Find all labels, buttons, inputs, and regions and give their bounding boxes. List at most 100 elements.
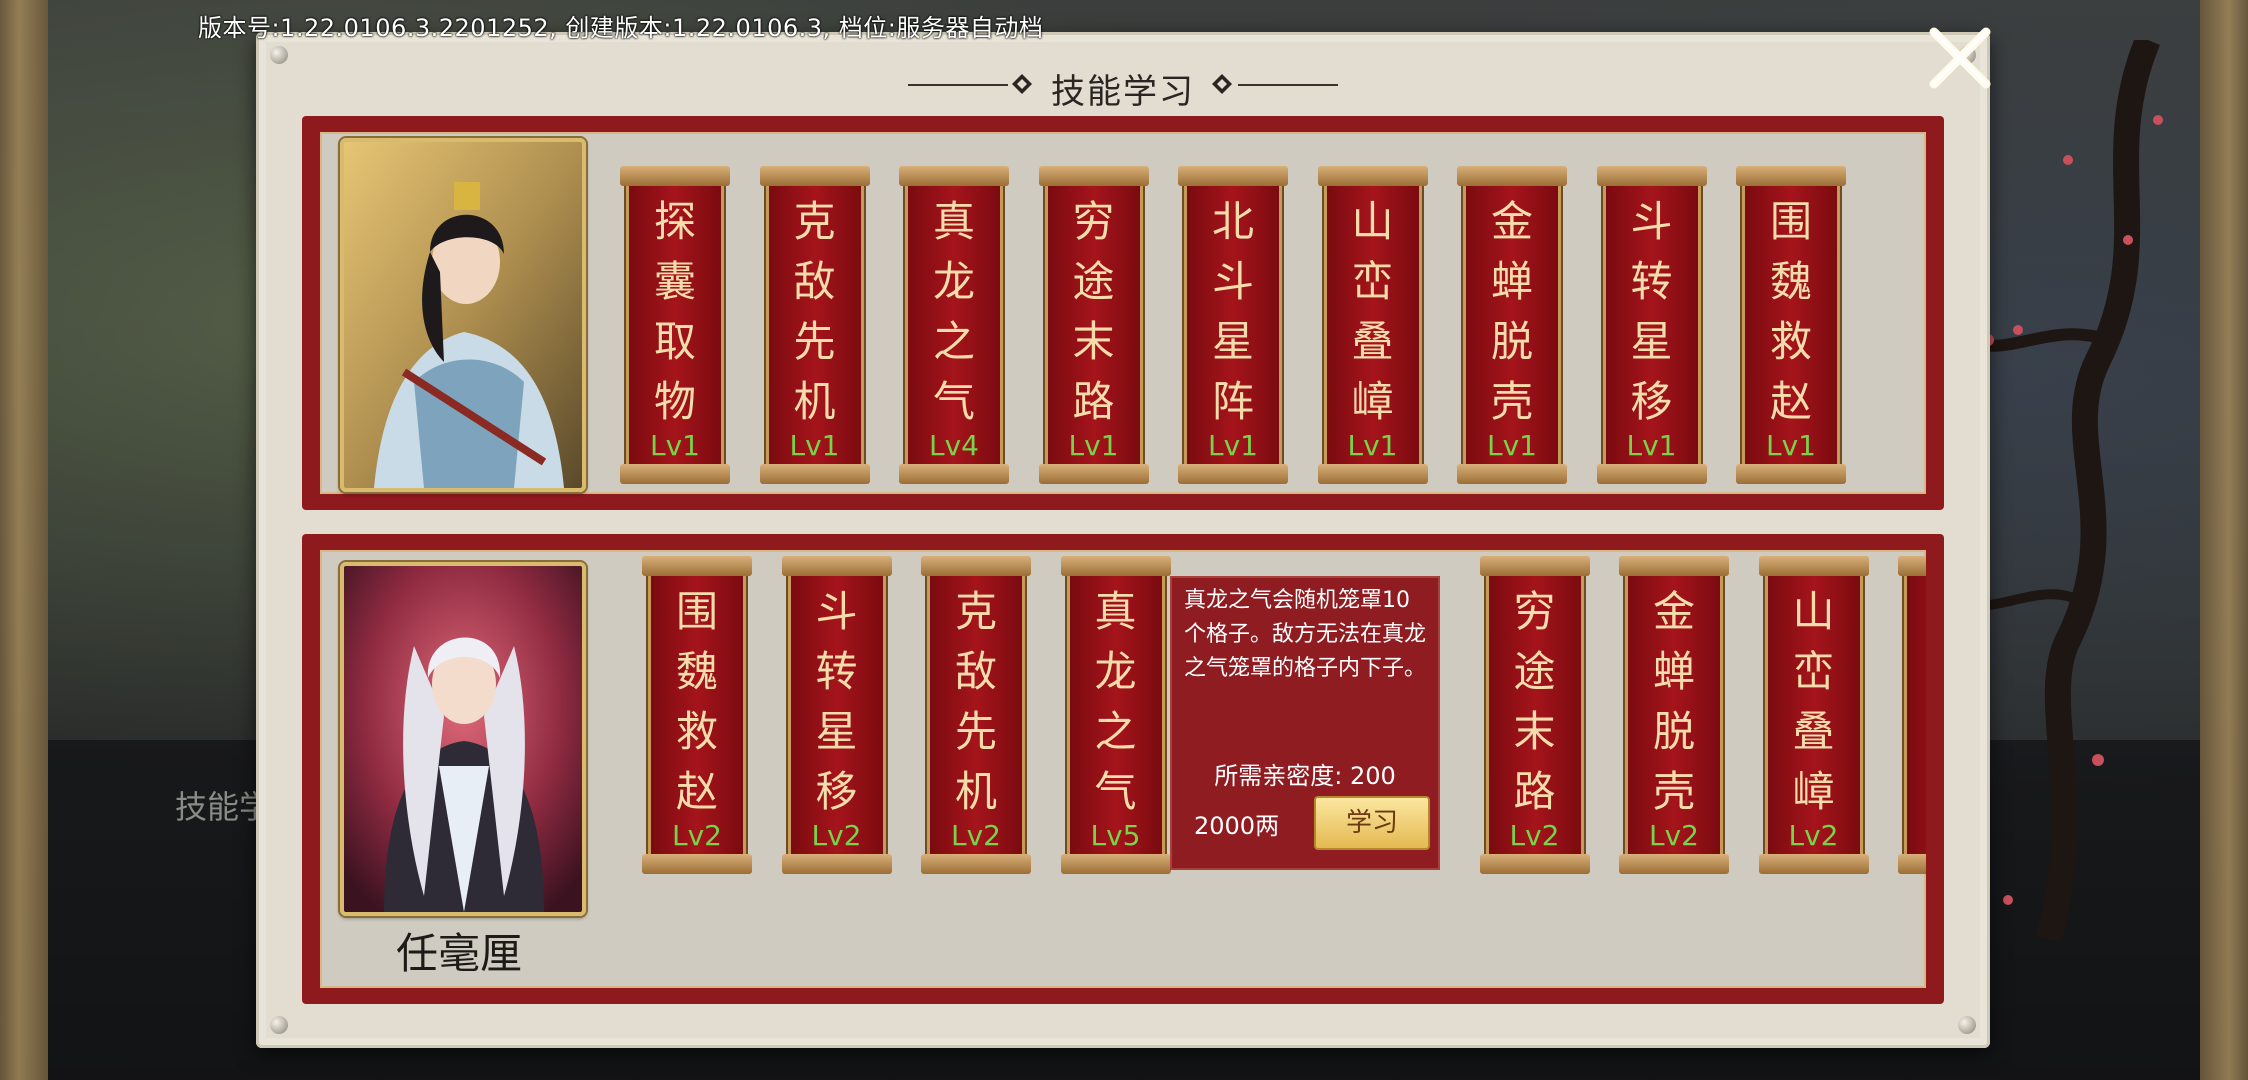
scroll-cap-top [1736, 166, 1846, 186]
version-info: 版本号:1.22.0106.3.2201252, 创建版本:1.22.0106.… [198, 14, 1044, 42]
scroll-cap-top [642, 556, 752, 576]
scroll-cap-bottom [620, 464, 730, 484]
scroll-cap-top [781, 556, 892, 576]
tooltip-description: 真龙之气会随机笼罩10个格子。敌方无法在真龙之气笼罩的格子内下子。 [1184, 588, 1427, 681]
skill-level: Lv1 [1347, 429, 1398, 462]
skill-card[interactable]: 真龙之气 Lv4 [899, 166, 1009, 484]
learn-button[interactable]: 学习 [1314, 796, 1430, 850]
scroll-cap-bottom [1038, 464, 1149, 484]
skill-card[interactable]: 克敌先机 Lv2 [921, 556, 1031, 874]
skill-card[interactable]: 穷途末路 Lv2 [1479, 556, 1590, 874]
scroll-cap-bottom [642, 854, 752, 874]
skill-card[interactable]: 围魏救赵 Lv2 [642, 556, 752, 874]
scroll-cap-bottom [1178, 464, 1288, 484]
scroll-cap-bottom [899, 464, 1009, 484]
scroll-cap-top [1060, 556, 1171, 576]
skill-name: 北斗星阵 [1898, 582, 1926, 822]
skill-level: Lv5 [1090, 819, 1141, 852]
skill-card[interactable]: 斗转星移 Lv2 [781, 556, 892, 874]
skill-card[interactable]: 北斗星阵Lv [1898, 556, 1926, 874]
skill-level: Lv1 [1487, 429, 1537, 462]
right-frame-decoration [2200, 0, 2248, 1080]
title-diamond-right-icon [1212, 74, 1232, 94]
left-frame-decoration [0, 0, 48, 1080]
tooltip-requirement: 所需亲密度: 200 [1214, 762, 1396, 790]
skill-tooltip: 真龙之气会随机笼罩10个格子。敌方无法在真龙之气笼罩的格子内下子。 所需亲密度:… [1170, 576, 1440, 870]
skill-level: Lv2 [1509, 819, 1560, 852]
skill-level: Lv [1898, 819, 1926, 852]
skill-name: 金蝉脱壳 [1652, 587, 1695, 816]
skill-name: 探囊取物 [653, 197, 696, 426]
skill-name: 穷途末路 [1513, 587, 1556, 816]
scroll-cap-top [921, 556, 1031, 576]
skill-list-row-1[interactable]: 探囊取物 Lv1 克敌先机 Lv1 真龙之气 Lv4 穷途末路 Lv1 北斗星阵 Lv1 山峦叠嶂 L… [620, 166, 1910, 484]
skill-name: 斗转星移 [815, 587, 858, 816]
skill-level: Lv1 [1208, 429, 1258, 462]
character-portrait-2 [340, 562, 586, 916]
character-portrait-1 [340, 138, 586, 492]
skill-name: 克敌先机 [793, 197, 836, 426]
skill-level: Lv2 [951, 819, 1001, 852]
skill-card[interactable]: 北斗星阵 Lv1 [1178, 166, 1288, 484]
skill-name: 北斗星阵 [1211, 197, 1254, 426]
scroll-cap-top [1758, 556, 1869, 576]
scroll-cap-bottom [1758, 854, 1869, 874]
skill-card[interactable]: 山峦叠嶂 Lv2 [1758, 556, 1869, 874]
scroll-cap-bottom [921, 854, 1031, 874]
skill-level: Lv4 [929, 429, 979, 462]
skill-card[interactable]: 探囊取物 Lv1 [620, 166, 730, 484]
scroll-cap-bottom [1619, 854, 1729, 874]
skill-name: 真龙之气 [1094, 587, 1137, 816]
scroll-cap-top [1479, 556, 1590, 576]
skill-level: Lv2 [1788, 819, 1839, 852]
scroll-cap-bottom [1317, 464, 1428, 484]
scroll-cap-top [1596, 166, 1707, 186]
scroll-cap-bottom [1479, 854, 1590, 874]
skill-card[interactable]: 金蝉脱壳 Lv1 [1457, 166, 1567, 484]
scroll-cap-top [1898, 556, 1926, 576]
skill-card[interactable]: 穷途末路 Lv1 [1038, 166, 1149, 484]
character-name: 任毫厘 [395, 929, 522, 978]
scroll-cap-top [1038, 166, 1149, 186]
scroll-cap-bottom [1596, 464, 1707, 484]
rivet [270, 46, 288, 64]
skill-level: Lv2 [1649, 819, 1699, 852]
scroll-cap-bottom [1736, 464, 1846, 484]
skill-card[interactable]: 金蝉脱壳 Lv2 [1619, 556, 1729, 874]
skill-card[interactable]: 围魏救赵 Lv1 [1736, 166, 1846, 484]
scroll-cap-top [759, 166, 870, 186]
title-line-right [1238, 84, 1338, 86]
close-icon[interactable] [1924, 22, 1996, 94]
skill-name: 穷途末路 [1072, 197, 1115, 426]
skill-card[interactable]: 斗转星移 Lv1 [1596, 166, 1707, 484]
rivet [270, 1016, 288, 1034]
skill-name: 金蝉脱壳 [1490, 197, 1533, 426]
scroll-cap-bottom [1060, 854, 1171, 874]
skill-name: 围魏救赵 [675, 587, 718, 816]
skill-name: 真龙之气 [932, 197, 975, 426]
skill-name: 山峦叠嶂 [1792, 587, 1835, 816]
skill-level: Lv1 [1068, 429, 1119, 462]
scroll-cap-bottom [781, 854, 892, 874]
scroll-cap-bottom [759, 464, 870, 484]
skill-name: 围魏救赵 [1769, 197, 1812, 426]
skill-level: Lv2 [672, 819, 722, 852]
skill-level: Lv1 [1766, 429, 1816, 462]
skill-level: Lv1 [650, 429, 700, 462]
scroll-cap-top [1457, 166, 1567, 186]
tooltip-cost: 2000两 [1194, 812, 1280, 840]
rivet [1958, 1016, 1976, 1034]
skill-name: 克敌先机 [954, 587, 997, 816]
scroll-cap-top [899, 166, 1009, 186]
scroll-cap-top [1317, 166, 1428, 186]
skill-level: Lv1 [1626, 429, 1677, 462]
scroll-cap-top [1178, 166, 1288, 186]
scroll-cap-bottom [1457, 464, 1567, 484]
skill-card[interactable]: 真龙之气 Lv5 [1060, 556, 1171, 874]
scroll-cap-top [620, 166, 730, 186]
skill-name: 山峦叠嶂 [1351, 197, 1394, 426]
skill-level: Lv1 [789, 429, 840, 462]
skill-card[interactable]: 山峦叠嶂 Lv1 [1317, 166, 1428, 484]
skill-name: 斗转星移 [1630, 197, 1673, 426]
skill-card[interactable]: 克敌先机 Lv1 [759, 166, 870, 484]
